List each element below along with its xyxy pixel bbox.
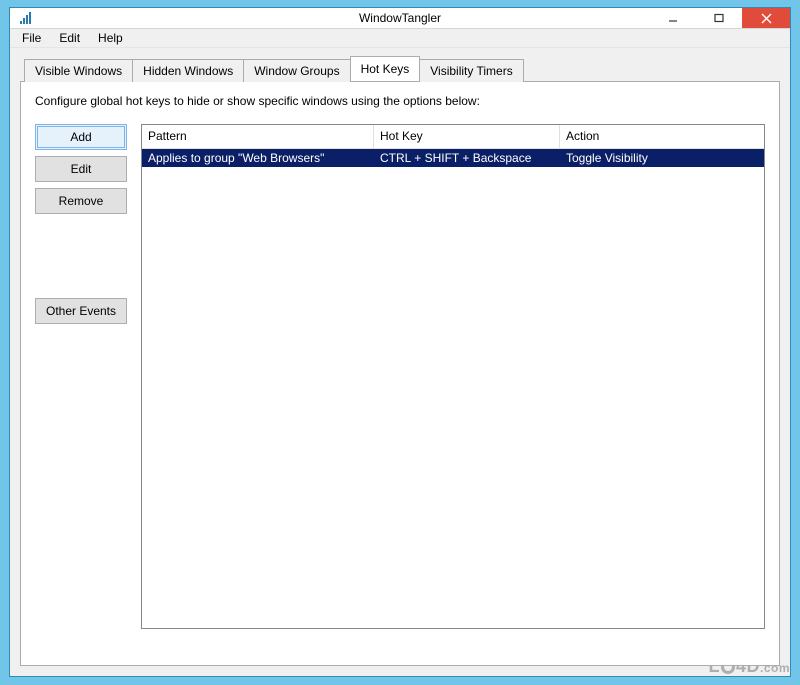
add-button[interactable]: Add [35, 124, 127, 150]
instruction-text: Configure global hot keys to hide or sho… [35, 94, 765, 108]
close-icon [761, 13, 772, 24]
maximize-icon [714, 13, 724, 23]
hotkeys-listview[interactable]: Pattern Hot Key Action Applies to group … [141, 124, 765, 629]
cell-hotkey: CTRL + SHIFT + Backspace [374, 150, 560, 166]
column-action[interactable]: Action [560, 125, 764, 148]
edit-button[interactable]: Edit [35, 156, 127, 182]
table-row[interactable]: Applies to group "Web Browsers" CTRL + S… [142, 149, 764, 167]
tab-visibility-timers[interactable]: Visibility Timers [419, 59, 523, 82]
listview-body[interactable]: Applies to group "Web Browsers" CTRL + S… [142, 149, 764, 628]
app-window: WindowTangler File Edit Help Visible Win… [9, 7, 791, 677]
tabpanel-hot-keys: Configure global hot keys to hide or sho… [20, 81, 780, 666]
close-button[interactable] [742, 8, 790, 28]
content-row: Add Edit Remove Other Events Pattern Hot… [35, 124, 765, 629]
remove-button[interactable]: Remove [35, 188, 127, 214]
column-hotkey[interactable]: Hot Key [374, 125, 560, 148]
menu-help[interactable]: Help [90, 29, 131, 47]
window-controls [650, 8, 790, 28]
menu-file[interactable]: File [14, 29, 49, 47]
client-area: Visible Windows Hidden Windows Window Gr… [10, 48, 790, 676]
menubar: File Edit Help [10, 29, 790, 48]
tabstrip: Visible Windows Hidden Windows Window Gr… [24, 56, 780, 81]
button-column: Add Edit Remove Other Events [35, 124, 127, 629]
app-icon [18, 10, 34, 26]
tab-hidden-windows[interactable]: Hidden Windows [132, 59, 244, 82]
tab-hot-keys[interactable]: Hot Keys [350, 56, 421, 81]
other-events-button[interactable]: Other Events [35, 298, 127, 324]
menu-edit[interactable]: Edit [51, 29, 88, 47]
minimize-icon [668, 13, 678, 23]
titlebar[interactable]: WindowTangler [10, 8, 790, 29]
maximize-button[interactable] [696, 8, 742, 28]
column-pattern[interactable]: Pattern [142, 125, 374, 148]
spacer [35, 220, 127, 292]
cell-pattern: Applies to group "Web Browsers" [142, 150, 374, 166]
tab-visible-windows[interactable]: Visible Windows [24, 59, 133, 82]
tab-window-groups[interactable]: Window Groups [243, 59, 350, 82]
minimize-button[interactable] [650, 8, 696, 28]
listview-header: Pattern Hot Key Action [142, 125, 764, 149]
cell-action: Toggle Visibility [560, 150, 764, 166]
